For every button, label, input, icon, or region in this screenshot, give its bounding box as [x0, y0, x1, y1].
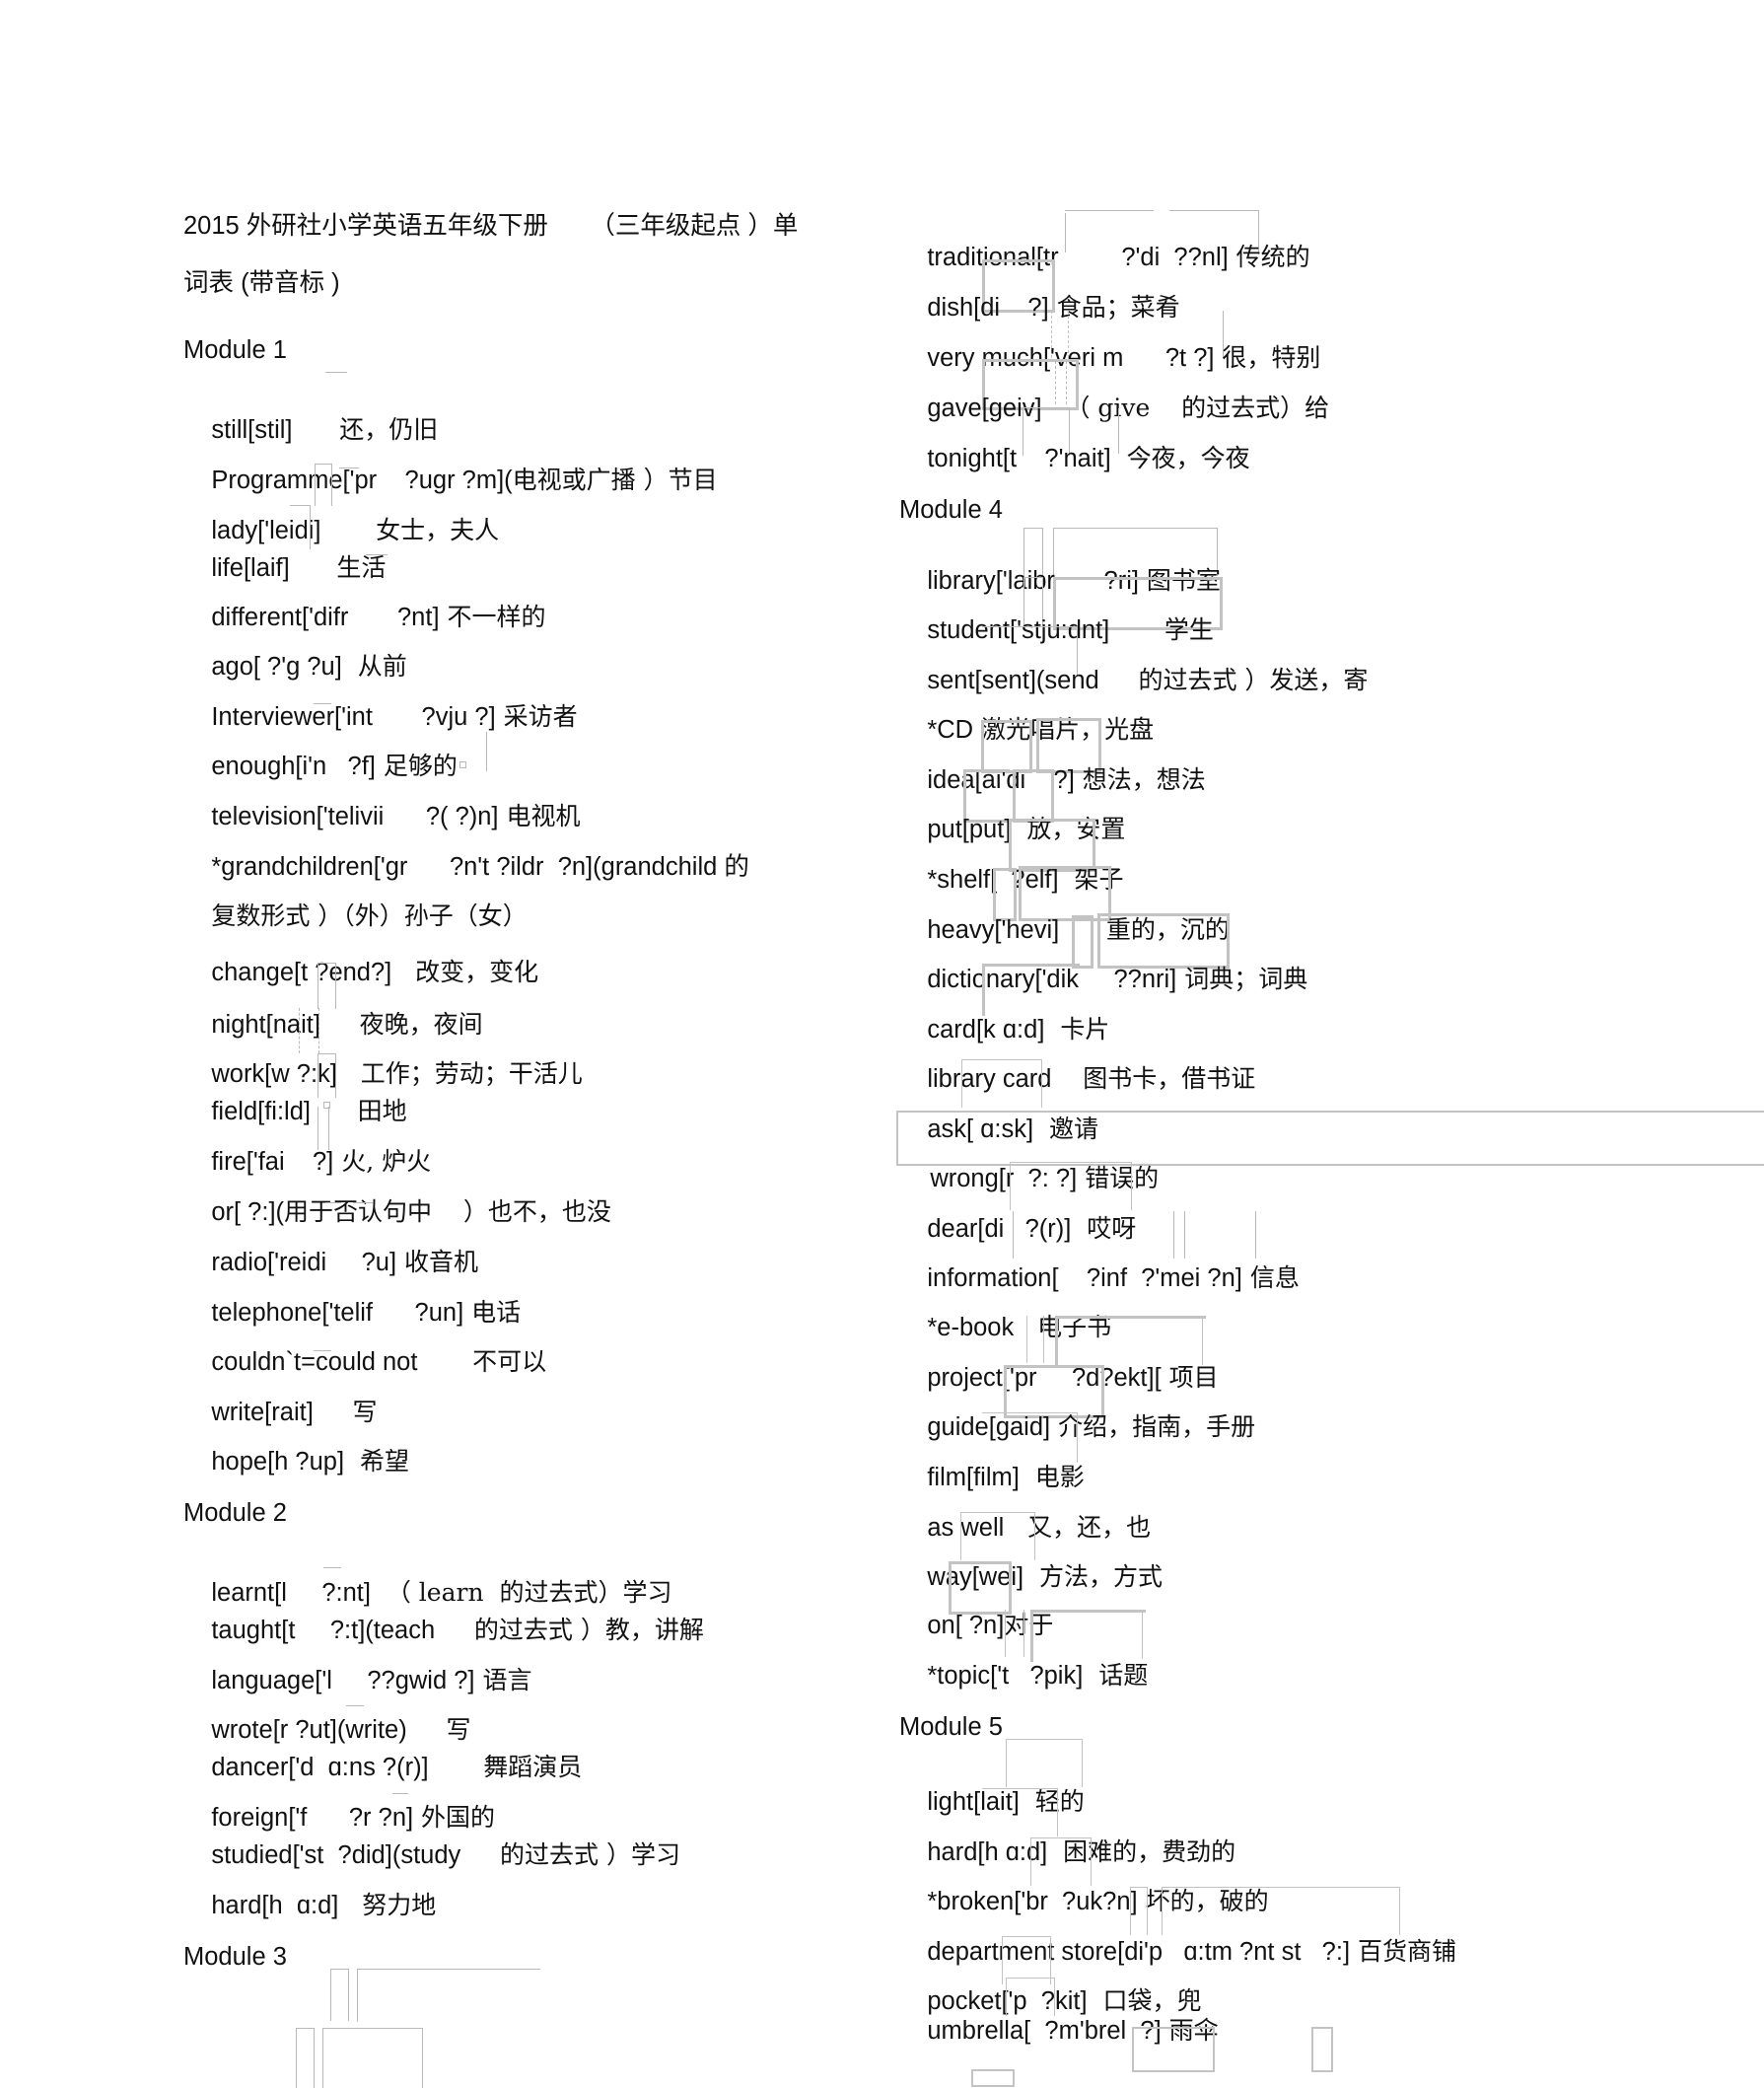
entry-gloss: 不一样的 [447, 603, 546, 631]
entry-phonetic: ?m'brel ?] [1044, 2017, 1162, 2045]
entry-gloss: 百货商铺 [1357, 1937, 1456, 1966]
glyph-artifact [459, 761, 466, 768]
glyph-artifact [322, 2028, 423, 2088]
entry-phonetic: ɑ:tm ?nt st ?:] [1183, 1938, 1351, 1966]
entry-phonetic: ?pik] [1029, 1662, 1084, 1690]
entry-gloss: 信息 [1249, 1263, 1300, 1292]
entry-row: umbrella[ ?m'brel ?] 雨伞 [899, 1982, 1219, 2075]
module-heading-4: Module 4 [899, 496, 1003, 524]
entry-row: *topic['t ?pik] 话题 [899, 1627, 1148, 1720]
document-title-line-2: 词表 (带音标 ) [183, 269, 340, 297]
entry-gloss: 希望 [359, 1447, 409, 1476]
entry-phonetic: ?'nait] [1044, 445, 1111, 472]
glyph-artifact [330, 1969, 349, 2021]
entry-word: hard[h ɑ:d] [211, 1892, 339, 1919]
entry-gloss: 今夜，今夜 [1126, 444, 1250, 472]
entry-gloss: 努力地 [362, 1891, 437, 1919]
entry-word: tonight[t [927, 445, 1018, 472]
entry-gloss: 词典；词典 [1184, 965, 1308, 993]
entry-gloss: 的过去式 ）发送，寄 [1138, 666, 1369, 694]
document-title-line-1: 2015 外研社小学英语五年级下册 （三年级起点 ）单 [183, 212, 799, 240]
entry-row: hope[h ?up] 希望 [183, 1413, 409, 1506]
entry-gloss: 女士，夫人 [376, 516, 500, 544]
glyph-artifact [325, 372, 347, 375]
entry-gloss: 雨伞 [1168, 2016, 1219, 2045]
entry-gloss: 电视或广播 ）节目 [512, 466, 718, 494]
entry-gloss: 采访者 [503, 702, 578, 731]
entry-row: hard[h ɑ:d] 努力地 [183, 1857, 436, 1950]
module-heading-2: Module 2 [183, 1499, 287, 1527]
entry-gloss: 介绍，指南，手册 [1058, 1412, 1256, 1441]
glyph-artifact [357, 1969, 540, 2022]
document-page: 2015 外研社小学英语五年级下册 （三年级起点 ）单 词表 (带音标 ) Mo… [0, 0, 1764, 2088]
entry-word: hope[h ?up] [211, 1448, 345, 1476]
glyph-artifact [296, 2028, 315, 2088]
entry-gloss: 图书卡，借书证 [1083, 1064, 1256, 1093]
entry-word: *topic['t [927, 1662, 1010, 1690]
entry-gloss: 话题 [1098, 1661, 1149, 1690]
entry-row: tonight[t ?'nait] 今夜，今夜 [899, 410, 1250, 503]
entry-gloss: 传统的 [1235, 243, 1310, 271]
entry-gloss: 舞蹈演员 [483, 1753, 583, 1781]
entry-gloss: 方法，方式 [1039, 1562, 1164, 1591]
entry-gloss: 的过去式 ）学习 [500, 1840, 680, 1869]
glyph-artifact [1311, 2027, 1333, 2072]
entry-phonetic: ??nri] [1113, 966, 1177, 993]
module-heading-3: Module 3 [183, 1943, 287, 1971]
entry-word: umbrella[ [927, 2017, 1031, 2045]
entry-gloss: 不可以 [472, 1347, 547, 1376]
entry-gloss: 语言 [482, 1666, 532, 1694]
module-heading-5: Module 5 [899, 1713, 1003, 1741]
module-heading-1: Module 1 [183, 336, 287, 364]
